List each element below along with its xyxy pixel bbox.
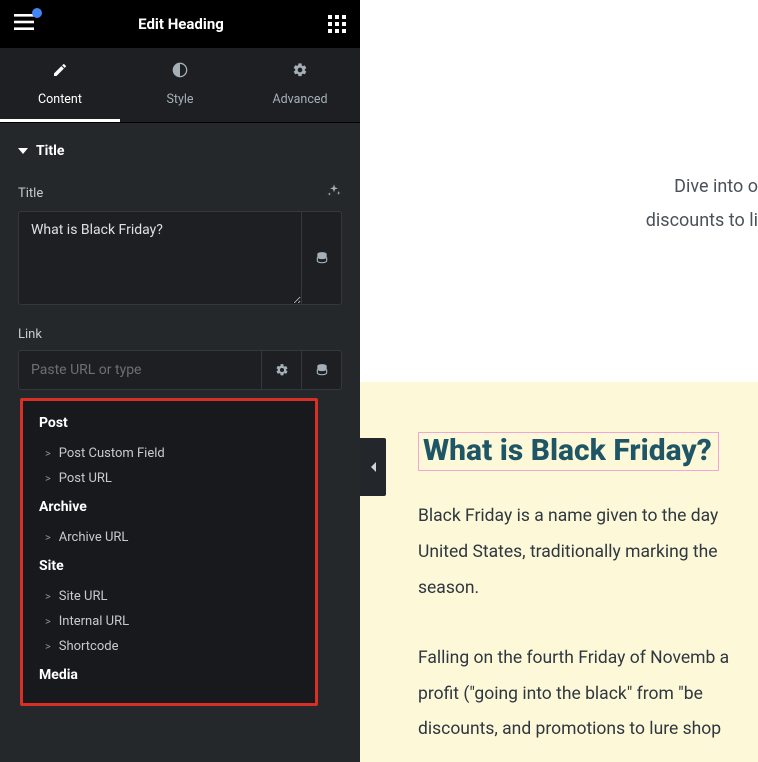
- dynamic-item[interactable]: > Internal URL: [39, 609, 299, 634]
- title-label: Title: [18, 186, 43, 201]
- preview-intro-line1: Dive into o: [360, 170, 758, 204]
- link-options-button[interactable]: [261, 351, 301, 389]
- ai-sparkle-icon[interactable]: [326, 183, 342, 203]
- dynamic-item-label: Archive URL: [59, 530, 129, 545]
- title-textarea[interactable]: [19, 212, 301, 304]
- selected-heading-element[interactable]: What is Black Friday?: [418, 432, 719, 471]
- dynamic-item-label: Post Custom Field: [59, 446, 165, 461]
- dynamic-item[interactable]: > Post Custom Field: [39, 441, 299, 466]
- tab-advanced[interactable]: Advanced: [240, 48, 360, 122]
- caret-down-icon: [18, 148, 28, 154]
- chevron-right-icon: >: [45, 531, 51, 544]
- preview-top-section: Dive into o discounts to li: [360, 0, 758, 382]
- dynamic-tags-button[interactable]: [301, 212, 341, 304]
- dynamic-item[interactable]: > Shortcode: [39, 634, 299, 659]
- chevron-right-icon: >: [45, 590, 51, 603]
- dynamic-tags-dropdown[interactable]: Post > Post Custom Field > Post URL Archive > A…: [20, 398, 318, 706]
- apps-grid-icon[interactable]: [328, 15, 346, 33]
- dynamic-group-media: Media: [39, 667, 299, 683]
- link-input[interactable]: [19, 351, 261, 389]
- link-label: Link: [18, 327, 42, 342]
- contrast-icon: [120, 62, 240, 82]
- link-dynamic-button[interactable]: [301, 351, 341, 389]
- preview-paragraph-2: Falling on the fourth Friday of Novemb a…: [418, 641, 758, 749]
- dynamic-group-archive: Archive: [39, 499, 299, 515]
- chevron-right-icon: >: [45, 447, 51, 460]
- gear-icon: [240, 62, 360, 82]
- dynamic-item[interactable]: > Post URL: [39, 466, 299, 491]
- menu-button[interactable]: [14, 14, 34, 34]
- collapse-sidebar-button[interactable]: [360, 438, 386, 496]
- notification-dot-icon: [32, 8, 42, 18]
- dynamic-item[interactable]: > Site URL: [39, 584, 299, 609]
- preview-intro-line2: discounts to li: [360, 204, 758, 238]
- chevron-right-icon: >: [45, 472, 51, 485]
- dynamic-item-label: Site URL: [59, 589, 108, 604]
- preview-pane: Dive into o discounts to li What is Blac…: [360, 0, 758, 762]
- chevron-left-icon: [369, 461, 377, 473]
- tab-style[interactable]: Style: [120, 48, 240, 122]
- preview-content-section: What is Black Friday? Black Friday is a …: [360, 382, 758, 762]
- section-toggle-title[interactable]: Title: [18, 143, 342, 159]
- editor-sidebar: Edit Heading Content Style Advanced: [0, 0, 360, 762]
- panel-tabs: Content Style Advanced: [0, 48, 360, 123]
- sidebar-header: Edit Heading: [0, 0, 360, 48]
- dynamic-item-label: Post URL: [59, 471, 112, 486]
- dynamic-group-site: Site: [39, 558, 299, 574]
- pencil-icon: [0, 62, 120, 82]
- chevron-right-icon: >: [45, 640, 51, 653]
- dynamic-item-label: Internal URL: [59, 614, 129, 629]
- title-input-group: [18, 211, 342, 305]
- tab-content[interactable]: Content: [0, 48, 120, 122]
- preview-paragraph-1: Black Friday is a name given to the day …: [418, 499, 758, 607]
- header-title: Edit Heading: [138, 15, 224, 33]
- chevron-right-icon: >: [45, 615, 51, 628]
- panel-body: Title Title Link Post>P: [0, 123, 360, 762]
- preview-body: Black Friday is a name given to the day …: [418, 499, 758, 748]
- dynamic-item-label: Shortcode: [59, 639, 119, 654]
- dynamic-item[interactable]: > Archive URL: [39, 525, 299, 550]
- dynamic-group-post: Post: [39, 415, 299, 431]
- heading-text: What is Black Friday?: [423, 433, 712, 468]
- link-input-group: [18, 350, 342, 390]
